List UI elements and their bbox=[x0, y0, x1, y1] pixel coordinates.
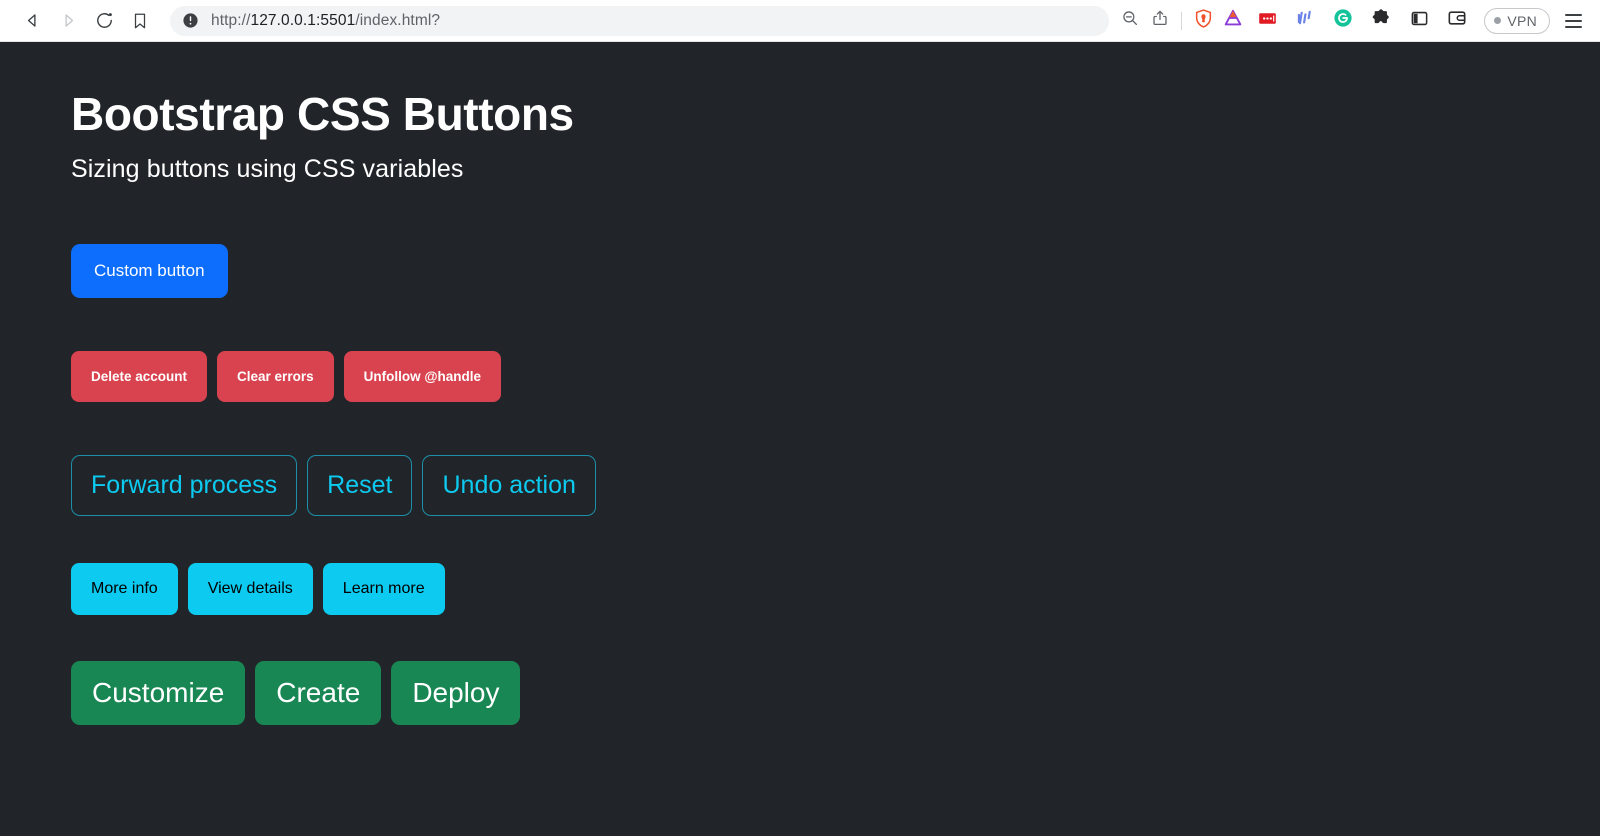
wallet-button[interactable] bbox=[1438, 5, 1476, 37]
learn-more-button[interactable]: Learn more bbox=[323, 563, 445, 615]
url-scheme: http:// bbox=[211, 12, 250, 29]
button-row-outline-info: Forward process Reset Undo action bbox=[71, 455, 1600, 516]
bookmark-icon bbox=[131, 12, 149, 30]
reload-icon bbox=[95, 11, 114, 30]
button-row-danger: Delete account Clear errors Unfollow @ha… bbox=[71, 351, 1600, 402]
brave-rewards-button[interactable] bbox=[1218, 5, 1248, 37]
page-subtitle: Sizing buttons using CSS variables bbox=[71, 155, 1600, 184]
extensions-button[interactable] bbox=[1362, 5, 1400, 37]
hamburger-line-3 bbox=[1565, 26, 1582, 28]
share-button[interactable] bbox=[1145, 5, 1175, 37]
analytics-icon bbox=[1295, 8, 1315, 33]
more-info-button[interactable]: More info bbox=[71, 563, 178, 615]
view-details-button[interactable]: View details bbox=[188, 563, 313, 615]
browser-toolbar: http://127.0.0.1:5501/index.html? bbox=[0, 0, 1600, 42]
delete-account-button[interactable]: Delete account bbox=[71, 351, 207, 402]
toolbar-divider bbox=[1181, 12, 1182, 30]
customize-button[interactable]: Customize bbox=[71, 661, 245, 725]
password-manager-button[interactable] bbox=[1248, 5, 1286, 37]
url-path: /index.html? bbox=[355, 12, 440, 29]
zoom-out-button[interactable] bbox=[1115, 5, 1145, 37]
hamburger-line-2 bbox=[1565, 20, 1582, 22]
forward-button[interactable] bbox=[50, 6, 86, 36]
back-arrow-icon bbox=[23, 11, 42, 30]
zoom-out-icon bbox=[1121, 9, 1139, 32]
password-manager-icon bbox=[1257, 8, 1278, 34]
not-secure-info-icon[interactable] bbox=[182, 12, 199, 29]
extension-strip bbox=[1188, 5, 1476, 37]
reload-button[interactable] bbox=[86, 6, 122, 36]
url-host: 127.0.0.1:5501 bbox=[250, 12, 355, 29]
grammarly-button[interactable] bbox=[1324, 5, 1362, 37]
brave-shields-button[interactable] bbox=[1188, 5, 1218, 37]
deploy-button[interactable]: Deploy bbox=[391, 661, 520, 725]
extensions-puzzle-icon bbox=[1371, 8, 1391, 33]
share-icon bbox=[1151, 9, 1169, 32]
forward-arrow-icon bbox=[59, 11, 78, 30]
browser-menu-button[interactable] bbox=[1558, 6, 1588, 36]
vpn-toggle[interactable]: VPN bbox=[1484, 8, 1550, 34]
sidebar-toggle-icon bbox=[1410, 9, 1429, 33]
bookmark-button[interactable] bbox=[122, 6, 158, 36]
wallet-icon bbox=[1447, 8, 1467, 33]
url-text[interactable]: http://127.0.0.1:5501/index.html? bbox=[211, 12, 440, 30]
toolbar-actions: VPN bbox=[1115, 5, 1588, 37]
custom-button[interactable]: Custom button bbox=[71, 244, 228, 298]
vpn-label: VPN bbox=[1507, 13, 1537, 29]
button-row-custom: Custom button bbox=[71, 244, 1600, 298]
vpn-status-dot bbox=[1494, 17, 1501, 24]
brave-shields-icon bbox=[1193, 8, 1214, 34]
sidebar-toggle-button[interactable] bbox=[1400, 5, 1438, 37]
brave-rewards-icon bbox=[1222, 7, 1244, 34]
analytics-extension-button[interactable] bbox=[1286, 5, 1324, 37]
undo-action-button[interactable]: Undo action bbox=[422, 455, 595, 516]
button-row-info: More info View details Learn more bbox=[71, 563, 1600, 615]
create-button[interactable]: Create bbox=[255, 661, 381, 725]
clear-errors-button[interactable]: Clear errors bbox=[217, 351, 334, 402]
page-title: Bootstrap CSS Buttons bbox=[71, 88, 1600, 141]
unfollow-handle-button[interactable]: Unfollow @handle bbox=[344, 351, 501, 402]
forward-process-button[interactable]: Forward process bbox=[71, 455, 297, 516]
address-bar[interactable]: http://127.0.0.1:5501/index.html? bbox=[170, 6, 1109, 36]
reset-button[interactable]: Reset bbox=[307, 455, 412, 516]
back-button[interactable] bbox=[14, 6, 50, 36]
page-content: Bootstrap CSS Buttons Sizing buttons usi… bbox=[0, 42, 1600, 836]
hamburger-line-1 bbox=[1565, 14, 1582, 16]
grammarly-icon bbox=[1332, 7, 1354, 34]
button-row-success: Customize Create Deploy bbox=[71, 661, 1600, 725]
